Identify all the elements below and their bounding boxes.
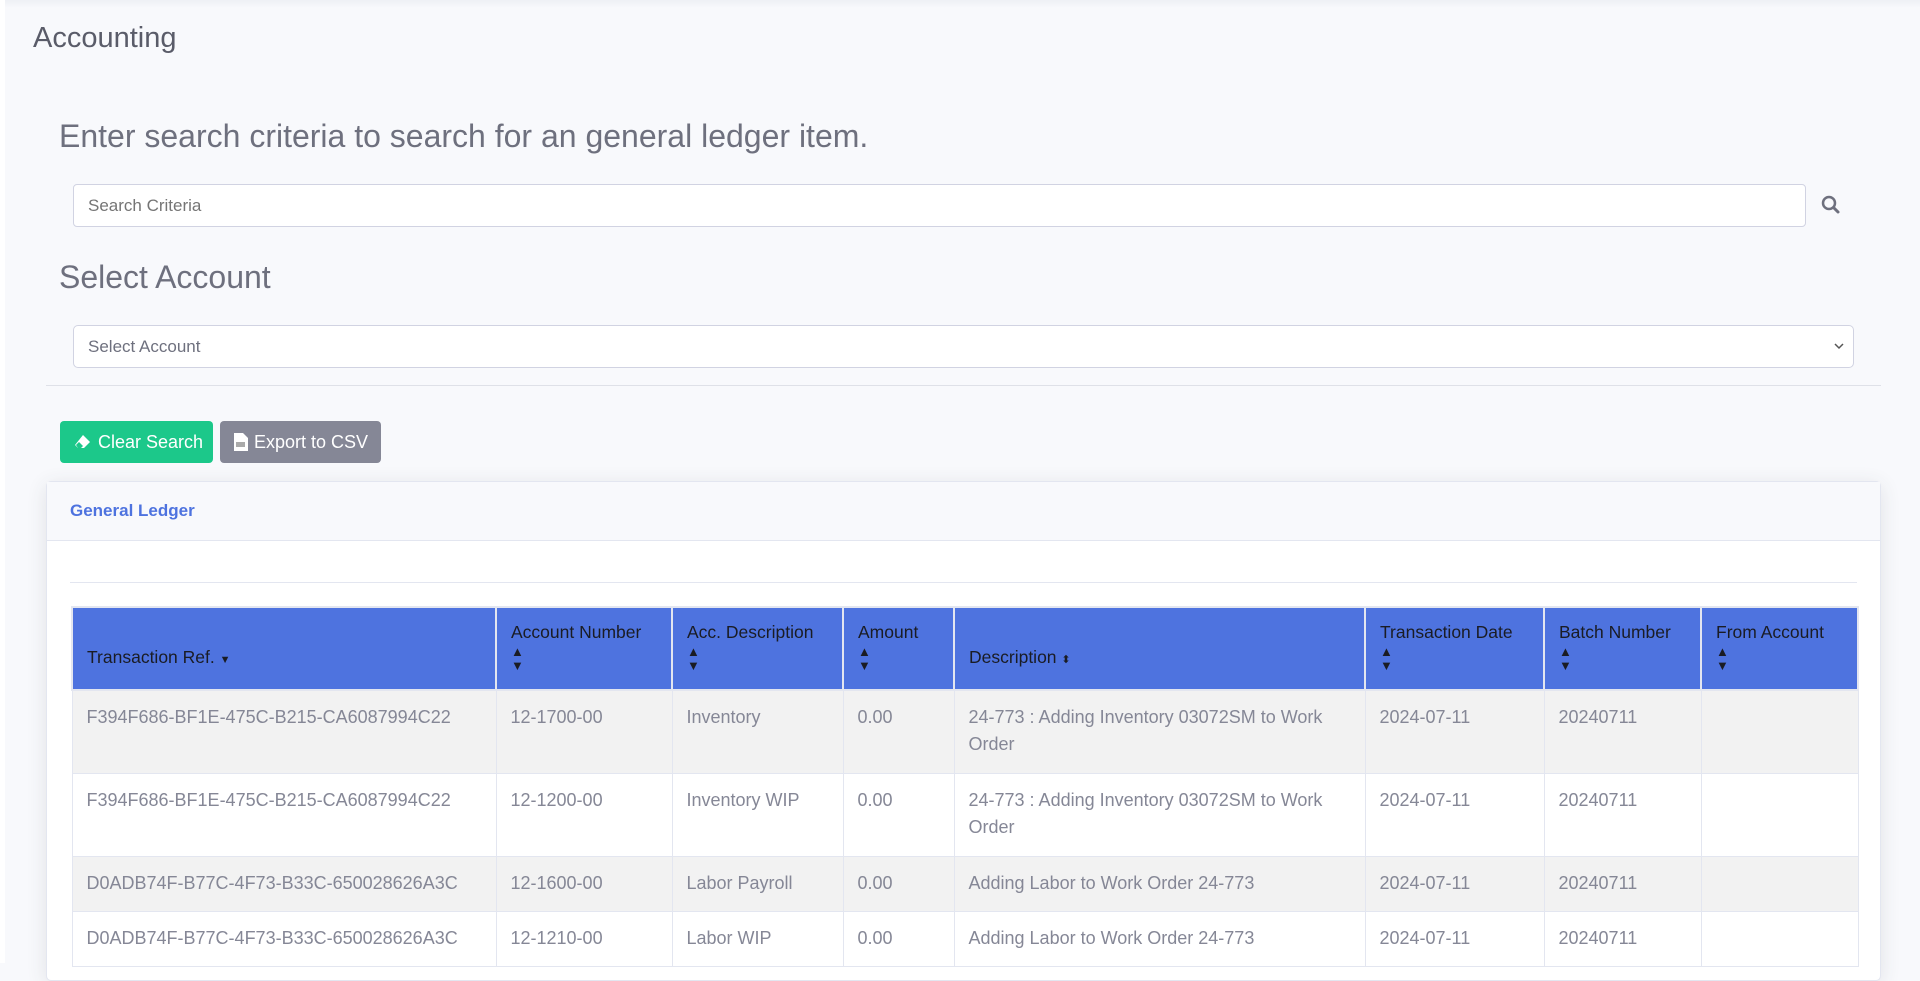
table-row[interactable]: F394F686-BF1E-475C-B215-CA6087994C22 12-1… — [71, 772, 1859, 857]
column-header-amount[interactable]: Amount ▲ ▼ — [842, 606, 955, 691]
sort-icon: ▲ ▼ — [1559, 644, 1572, 673]
table-cell: F394F686-BF1E-475C-B215-CA6087994C22 — [71, 689, 497, 774]
sort-icon: ▲ ▼ — [687, 644, 700, 673]
sort-icon: ▲ ▼ — [858, 644, 871, 673]
table-cell: 0.00 — [842, 910, 955, 967]
table-cell: Labor WIP — [671, 910, 844, 967]
table-cell: D0ADB74F-B77C-4F73-B33C-650028626A3C — [71, 855, 497, 912]
table-cell: F394F686-BF1E-475C-B215-CA6087994C22 — [71, 772, 497, 857]
chevron-down-icon — [1834, 343, 1844, 350]
column-header-batch-number[interactable]: Batch Number ▲ ▼ — [1543, 606, 1702, 691]
export-csv-button[interactable]: Export to CSV — [220, 421, 381, 463]
column-header-transaction-ref[interactable]: Transaction Ref. ▼ — [71, 606, 497, 691]
table-row[interactable]: D0ADB74F-B77C-4F73-B33C-650028626A3C 12-1… — [71, 910, 1859, 967]
sort-icon: ⬍ — [1061, 654, 1071, 666]
table-cell: Inventory — [671, 689, 844, 774]
sort-icon: ▲ ▼ — [511, 644, 524, 673]
top-shadow — [0, 0, 1920, 8]
table-cell: 20240711 — [1543, 689, 1702, 774]
search-heading: Enter search criteria to search for an g… — [59, 118, 869, 154]
card-title: General Ledger — [47, 482, 1880, 541]
export-csv-label: Export to CSV — [254, 432, 369, 452]
eraser-icon — [75, 435, 90, 448]
card-divider — [70, 582, 1857, 583]
table-cell: Inventory WIP — [671, 772, 844, 857]
table-cell: Adding Labor to Work Order 24-773 — [953, 910, 1366, 967]
table-cell: 0.00 — [842, 772, 955, 857]
page-title: Accounting — [33, 22, 177, 54]
clear-search-label: Clear Search — [98, 432, 204, 452]
table-cell: 12-1600-00 — [495, 855, 673, 912]
search-button[interactable] — [1820, 194, 1842, 216]
table-cell — [1700, 689, 1859, 774]
sort-desc-icon: ▼ — [219, 654, 231, 666]
table-cell: 2024-07-11 — [1364, 855, 1545, 912]
account-select-value: Select Account — [88, 337, 201, 356]
column-header-acc-description[interactable]: Acc. Description ▲ ▼ — [671, 606, 844, 691]
table-cell: 2024-07-11 — [1364, 910, 1545, 967]
divider — [46, 385, 1881, 386]
sort-icon: ▲ ▼ — [1380, 644, 1393, 673]
clear-search-button[interactable]: Clear Search — [60, 421, 213, 463]
ledger-table: Transaction Ref. ▼ Account Number ▲ ▼ Acc.… — [71, 606, 1859, 967]
table-cell: 2024-07-11 — [1364, 772, 1545, 857]
column-header-from-account[interactable]: From Account ▲ ▼ — [1700, 606, 1859, 691]
table-row[interactable]: F394F686-BF1E-475C-B215-CA6087994C22 12-1… — [71, 689, 1859, 774]
column-header-account-number[interactable]: Account Number ▲ ▼ — [495, 606, 673, 691]
table-cell: Adding Labor to Work Order 24-773 — [953, 855, 1366, 912]
table-cell: Labor Payroll — [671, 855, 844, 912]
sort-icon: ▲ ▼ — [1716, 644, 1729, 673]
general-ledger-card: General Ledger Transaction Ref. ▼ Accoun… — [46, 481, 1881, 981]
table-cell: 20240711 — [1543, 772, 1702, 857]
search-icon — [1821, 195, 1840, 214]
table-cell: 20240711 — [1543, 855, 1702, 912]
account-select[interactable]: Select Account — [73, 325, 1854, 368]
table-cell: 24-773 : Adding Inventory 03072SM to Wor… — [953, 689, 1366, 774]
table-cell: 12-1210-00 — [495, 910, 673, 967]
table-cell: D0ADB74F-B77C-4F73-B33C-650028626A3C — [71, 910, 497, 967]
table-cell — [1700, 910, 1859, 967]
column-header-description[interactable]: Description ⬍ — [953, 606, 1366, 691]
table-cell: 12-1200-00 — [495, 772, 673, 857]
table-cell: 2024-07-11 — [1364, 689, 1545, 774]
table-cell: 0.00 — [842, 689, 955, 774]
select-account-heading: Select Account — [59, 259, 271, 295]
file-csv-icon — [234, 433, 248, 451]
table-cell — [1700, 772, 1859, 857]
column-header-transaction-date[interactable]: Transaction Date ▲ ▼ — [1364, 606, 1545, 691]
table-cell: 24-773 : Adding Inventory 03072SM to Wor… — [953, 772, 1366, 857]
table-cell: 20240711 — [1543, 910, 1702, 967]
table-cell: 0.00 — [842, 855, 955, 912]
table-cell: 12-1700-00 — [495, 689, 673, 774]
table-row[interactable]: D0ADB74F-B77C-4F73-B33C-650028626A3C 12-1… — [71, 855, 1859, 912]
table-cell — [1700, 855, 1859, 912]
search-input[interactable] — [73, 184, 1806, 227]
left-edge — [0, 0, 5, 963]
